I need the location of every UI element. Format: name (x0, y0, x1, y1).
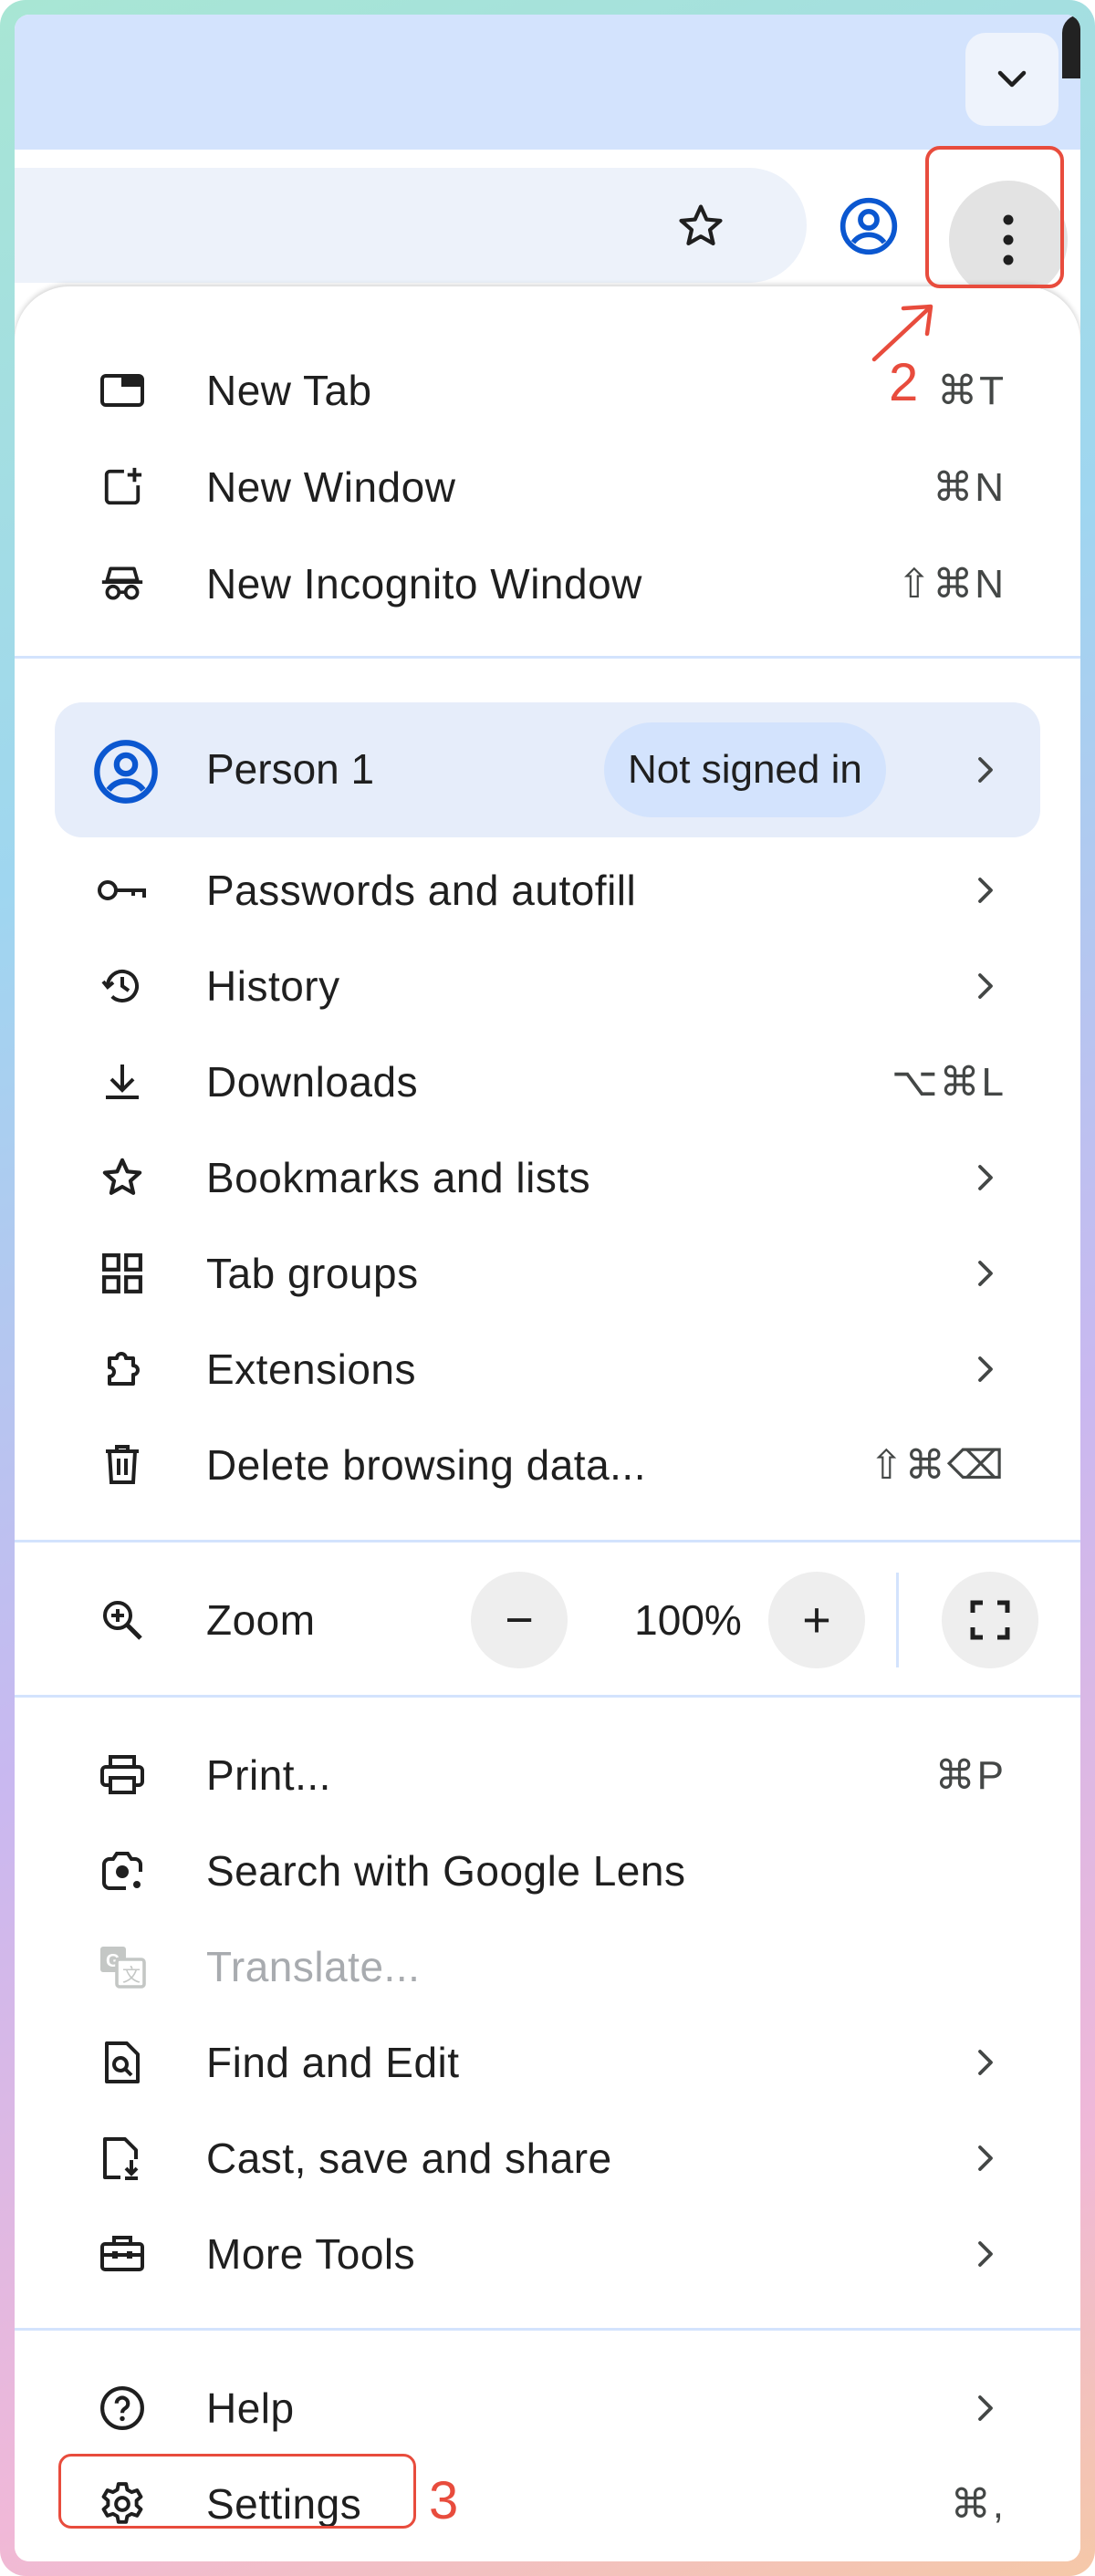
cast-save-icon (97, 2133, 148, 2184)
menu-item-translate: G文 Translate... (15, 1918, 1080, 2015)
menu-item-label: Passwords and autofill (206, 867, 637, 914)
browser-window: New Tab ⌘T New Window ⌘N New Incognito W… (15, 15, 1080, 2561)
shortcut-label: ⌘N (933, 464, 1006, 510)
account-circle-icon (840, 197, 898, 255)
menu-item-bookmarks-and-lists[interactable]: Bookmarks and lists (15, 1129, 1080, 1226)
menu-item-label: Help (206, 2384, 295, 2432)
menu-item-search-with-google-lens[interactable]: Search with Google Lens (15, 1823, 1080, 1919)
chevron-right-icon (971, 2044, 1000, 2081)
star-outline-icon (679, 204, 723, 245)
step-3-annotation: 3 (429, 2471, 459, 2530)
zoom-label: Zoom (206, 1596, 316, 1644)
settings-highlight-annotation (58, 2454, 416, 2529)
toolbar (15, 150, 1080, 299)
chevron-right-icon (971, 2140, 1000, 2176)
chevron-right-icon (971, 2390, 1000, 2426)
menu-item-label: Tab groups (206, 1250, 419, 1297)
menu-item-find-and-edit[interactable]: Find and Edit (15, 2014, 1080, 2111)
menu-item-label: Delete browsing data... (206, 1441, 646, 1489)
shortcut-label: ⌥⌘L (891, 1059, 1006, 1105)
menu-item-label: Translate... (206, 1943, 421, 1990)
menu-item-passwords-and-autofill[interactable]: Passwords and autofill (15, 842, 1080, 939)
sign-in-status-badge: Not signed in (604, 722, 886, 817)
menu-divider (15, 1695, 1080, 1698)
menu-item-label: Search with Google Lens (206, 1847, 686, 1895)
menu-item-delete-browsing-data[interactable]: Delete browsing data... ⇧⌘⌫ (15, 1417, 1080, 1513)
shortcut-label: ⌘, (950, 2481, 1006, 2527)
menu-item-new-window[interactable]: New Window ⌘N (15, 439, 1080, 535)
help-icon (97, 2383, 148, 2434)
google-lens-icon (97, 1845, 148, 1896)
fullscreen-icon (970, 1600, 1010, 1640)
menu-item-label: Downloads (206, 1058, 419, 1106)
shortcut-label: ⌘T (937, 368, 1006, 413)
menu-item-label: Find and Edit (206, 2039, 460, 2086)
zoom-in-button[interactable]: + (768, 1572, 865, 1668)
chevron-right-icon (971, 872, 1000, 909)
svg-text:文: 文 (122, 1964, 141, 1986)
menu-item-new-incognito-window[interactable]: New Incognito Window ⇧⌘N (15, 535, 1080, 632)
step-2-annotation: 2 (889, 353, 919, 412)
chevron-right-icon (971, 1351, 1000, 1387)
menu-item-cast-save-and-share[interactable]: Cast, save and share (15, 2110, 1080, 2207)
toolbox-icon (97, 2228, 148, 2280)
profile-name: Person 1 (206, 745, 375, 793)
menu-item-label: New Incognito Window (206, 560, 642, 608)
chevron-right-icon (971, 1159, 1000, 1196)
tab-strip (15, 15, 1080, 150)
menu-item-history[interactable]: History (15, 938, 1080, 1034)
menu-item-label: More Tools (206, 2230, 416, 2278)
menu-divider (15, 1540, 1080, 1542)
zoom-separator (896, 1573, 899, 1667)
zoom-row: Zoom − 100% + (15, 1572, 1080, 1668)
trash-icon (97, 1439, 148, 1491)
menu-item-more-tools[interactable]: More Tools (15, 2206, 1080, 2302)
find-icon (97, 2037, 148, 2088)
tab-search-button[interactable] (965, 33, 1058, 126)
menu-divider (15, 656, 1080, 659)
shortcut-label: ⇧⌘N (897, 561, 1006, 607)
profile-button[interactable] (836, 193, 902, 259)
history-icon (97, 961, 148, 1012)
print-icon (97, 1750, 148, 1801)
menu-item-downloads[interactable]: Downloads ⌥⌘L (15, 1034, 1080, 1130)
menu-item-extensions[interactable]: Extensions (15, 1321, 1080, 1418)
menu-item-label: Bookmarks and lists (206, 1154, 591, 1201)
menu-item-help[interactable]: Help (15, 2360, 1080, 2457)
window-corner (1062, 15, 1080, 78)
shortcut-label: ⌘P (934, 1752, 1006, 1798)
extensions-icon (97, 1344, 148, 1395)
profile-menu-item[interactable]: Person 1 Not signed in (55, 702, 1040, 837)
shortcut-label: ⇧⌘⌫ (869, 1442, 1006, 1488)
menu-item-label: New Window (206, 463, 456, 511)
chevron-down-icon (997, 70, 1027, 88)
menu-button-highlight-annotation (925, 146, 1064, 288)
bookmark-star-button[interactable] (672, 197, 730, 255)
menu-item-label: Extensions (206, 1345, 417, 1393)
menu-item-tab-groups[interactable]: Tab groups (15, 1225, 1080, 1322)
menu-item-label: Cast, save and share (206, 2135, 612, 2182)
chevron-right-icon (971, 1255, 1000, 1292)
zoom-value: 100% (634, 1596, 742, 1644)
menu-item-print[interactable]: Print... ⌘P (15, 1727, 1080, 1823)
menu-item-label: History (206, 962, 340, 1010)
chevron-right-icon (971, 2236, 1000, 2272)
download-icon (97, 1056, 148, 1107)
chevron-right-icon (971, 968, 1000, 1004)
tab-groups-icon (97, 1248, 148, 1299)
incognito-icon (97, 558, 148, 609)
fullscreen-button[interactable] (942, 1572, 1038, 1668)
chevron-right-icon (971, 752, 1000, 788)
star-icon (97, 1152, 148, 1203)
key-icon (97, 865, 148, 916)
account-circle-icon (91, 737, 161, 806)
zoom-out-button[interactable]: − (471, 1572, 568, 1668)
menu-divider (15, 2328, 1080, 2331)
new-window-icon (97, 462, 148, 513)
new-tab-icon (97, 365, 148, 416)
zoom-in-icon (97, 1594, 148, 1646)
menu-item-label: New Tab (206, 367, 372, 414)
menu-item-label: Print... (206, 1751, 331, 1799)
translate-icon: G文 (97, 1941, 148, 1992)
